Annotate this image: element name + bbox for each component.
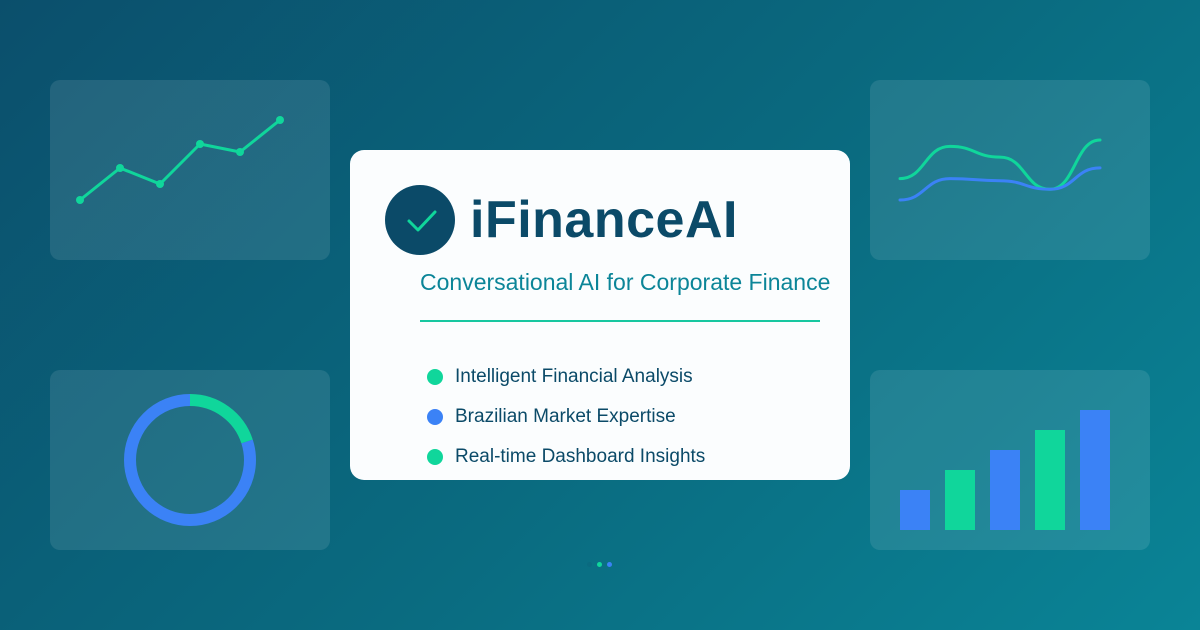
pager-dot[interactable] bbox=[587, 562, 592, 567]
bar bbox=[1080, 410, 1110, 530]
line-point bbox=[156, 180, 164, 188]
brand-name: iFinanceAI bbox=[470, 191, 738, 249]
line-point bbox=[76, 196, 84, 204]
line-point bbox=[236, 148, 244, 156]
pagination-dots bbox=[587, 562, 612, 567]
bar bbox=[1035, 430, 1065, 530]
bar bbox=[900, 490, 930, 530]
feature-item: Real-time Dashboard Insights bbox=[427, 437, 705, 477]
line-point bbox=[276, 116, 284, 124]
brand-logo bbox=[385, 185, 455, 255]
bullet-dot-icon bbox=[427, 369, 443, 385]
line-point bbox=[196, 140, 204, 148]
bar-chart bbox=[900, 410, 1110, 530]
bar-chart-panel bbox=[870, 370, 1150, 550]
bar bbox=[945, 470, 975, 530]
feature-label: Real-time Dashboard Insights bbox=[455, 446, 706, 467]
line-point bbox=[116, 164, 124, 172]
donut-chart-panel bbox=[50, 370, 330, 550]
bar bbox=[990, 450, 1020, 530]
wave-chart-panel bbox=[870, 80, 1150, 260]
line-chart bbox=[76, 116, 284, 204]
line-series bbox=[79, 118, 281, 202]
brand-card: iFinanceAI Conversational AI for Corpora… bbox=[350, 150, 850, 480]
bullet-dot-icon bbox=[427, 449, 443, 465]
brand-tagline: Conversational AI for Corporate Finance bbox=[420, 269, 831, 295]
pager-dot-active[interactable] bbox=[597, 562, 602, 567]
feature-item: Intelligent Financial Analysis bbox=[427, 357, 705, 397]
donut-chart bbox=[124, 394, 256, 526]
checkmark-icon bbox=[407, 210, 437, 232]
feature-item: Brazilian Market Expertise bbox=[427, 397, 705, 437]
feature-list: Intelligent Financial Analysis Brazilian … bbox=[427, 357, 705, 477]
pager-dot[interactable] bbox=[607, 562, 612, 567]
feature-label: Brazilian Market Expertise bbox=[455, 406, 676, 427]
wave-chart bbox=[898, 138, 1102, 202]
feature-label: Intelligent Financial Analysis bbox=[455, 366, 693, 387]
divider bbox=[420, 320, 820, 322]
bullet-dot-icon bbox=[427, 409, 443, 425]
line-chart-panel bbox=[50, 80, 330, 260]
